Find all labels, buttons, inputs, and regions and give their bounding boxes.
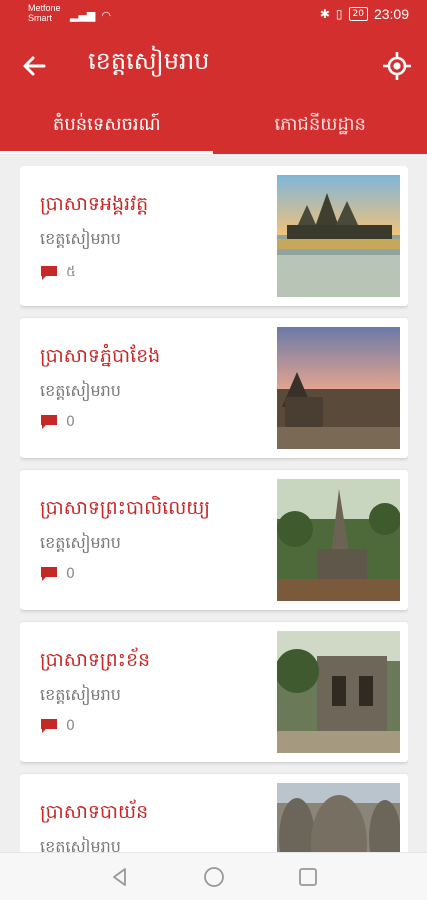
nav-back-button[interactable]	[108, 865, 132, 889]
carrier-line2: Smart	[28, 13, 53, 23]
comment-count-value: 0	[66, 718, 75, 734]
status-right: ✱ ▯ 20 23:09	[320, 6, 409, 22]
circle-home-icon	[204, 867, 224, 887]
clock: 23:09	[373, 6, 409, 22]
comment-count: 0	[40, 414, 75, 430]
vibrate-icon: ▯	[335, 7, 343, 21]
signal-icons: ▂▄▆ ◠	[70, 9, 111, 22]
tab-indicator	[0, 151, 213, 154]
comment-icon	[41, 415, 57, 429]
app-bar: ខេត្តសៀមរាប	[0, 32, 427, 98]
place-name: ប្រាសាទព្រះខ័ន	[40, 649, 151, 671]
place-thumbnail	[277, 175, 400, 297]
place-name: ប្រាសាទបាយ័ន	[40, 801, 149, 823]
comment-count-value: ៥	[66, 264, 76, 280]
carrier-line1: Metfone	[28, 3, 61, 13]
tab-restaurants[interactable]: ភោជនីយដ្ឋាន	[214, 98, 427, 154]
place-name: ប្រាសាទភ្នំបាខែង	[40, 345, 161, 367]
wifi-icon: ◠	[101, 9, 111, 22]
back-button[interactable]	[16, 48, 52, 84]
place-thumbnail	[277, 783, 400, 852]
carrier-label: Metfone Smart	[28, 3, 61, 23]
place-thumbnail	[277, 327, 400, 449]
triangle-back-icon	[113, 868, 126, 886]
place-name: ប្រាសាទអង្គរវត្ត	[40, 193, 149, 215]
page-title: ខេត្តសៀមរាប	[88, 47, 210, 75]
place-province: ខេត្តសៀមរាប	[40, 533, 121, 552]
square-recents-icon	[299, 868, 317, 886]
list-item[interactable]: ប្រាសាទព្រះខ័ន ខេត្តសៀមរាប 0	[20, 622, 408, 762]
list-item[interactable]: ប្រាសាទអង្គរវត្ត ខេត្តសៀមរាប ៥	[20, 166, 408, 306]
place-name: ប្រាសាទព្រះបាលិលេយ្យ	[40, 497, 211, 519]
tab-bar: តំបន់ទេសចរណ៍ ភោជនីយដ្ឋាន	[0, 98, 427, 154]
comment-count: ៥	[40, 262, 76, 283]
arrow-back-icon	[23, 56, 46, 76]
list-item[interactable]: ប្រាសាទបាយ័ន ខេត្តសៀមរាប	[20, 774, 408, 852]
system-nav-bar	[0, 852, 427, 900]
nav-recents-button[interactable]	[296, 865, 320, 889]
nav-home-button[interactable]	[202, 865, 226, 889]
place-province: ខេត្តសៀមរាប	[40, 685, 121, 704]
list-item[interactable]: ប្រាសាទភ្នំបាខែង ខេត្តសៀមរាប 0	[20, 318, 408, 458]
comment-count: 0	[40, 718, 75, 734]
my-location-button[interactable]	[379, 48, 415, 84]
comment-count: 0	[40, 566, 75, 582]
battery-icon: 20	[348, 7, 368, 21]
place-thumbnail	[277, 479, 400, 601]
my-location-icon	[383, 52, 411, 80]
signal-icon: ▂▄▆	[70, 9, 96, 22]
comment-count-value: 0	[66, 414, 75, 430]
bluetooth-icon: ✱	[319, 7, 330, 21]
comment-icon	[41, 265, 57, 280]
comment-icon	[41, 719, 57, 733]
comment-icon	[41, 567, 57, 581]
place-province: ខេត្តសៀមរាប	[40, 229, 121, 248]
place-province: ខេត្តសៀមរាប	[40, 381, 121, 400]
status-bar: Metfone Smart ▂▄▆ ◠ ✱ ▯ 20 23:09	[0, 0, 427, 32]
comment-count-value: 0	[66, 566, 75, 582]
places-list[interactable]: ប្រាសាទអង្គរវត្ត ខេត្តសៀមរាប ៥ ប្រាសាទភ្…	[20, 166, 408, 852]
tab-attractions[interactable]: តំបន់ទេសចរណ៍	[0, 98, 214, 154]
place-thumbnail	[277, 631, 400, 753]
place-province: ខេត្តសៀមរាប	[40, 837, 121, 852]
list-item[interactable]: ប្រាសាទព្រះបាលិលេយ្យ ខេត្តសៀមរាប 0	[20, 470, 408, 610]
